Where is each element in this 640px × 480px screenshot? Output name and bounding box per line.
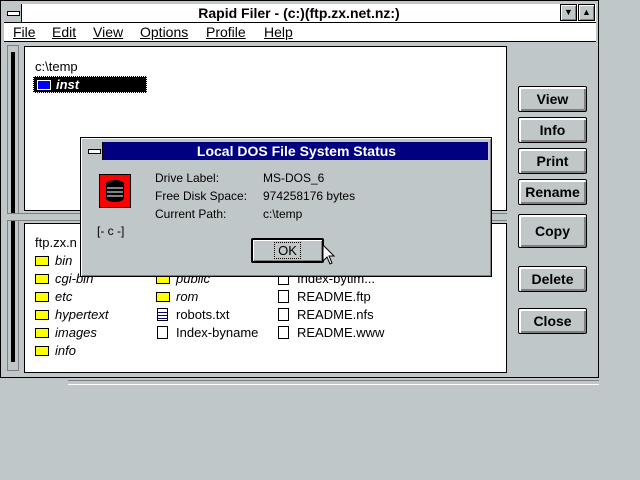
menu-edit[interactable]: Edit bbox=[52, 24, 76, 41]
ok-button[interactable]: OK bbox=[251, 238, 324, 263]
folder-icon bbox=[35, 328, 49, 338]
folder-icon bbox=[35, 346, 49, 356]
print-button[interactable]: Print bbox=[518, 148, 587, 174]
menu-file[interactable]: File bbox=[13, 24, 36, 41]
text-file-icon bbox=[157, 308, 168, 321]
menu-help-label: Help bbox=[264, 24, 293, 40]
menu-edit-label: Edit bbox=[52, 24, 77, 40]
menu-file-label: File bbox=[13, 24, 36, 40]
splitter-bar bbox=[11, 52, 15, 362]
ok-button-label: OK bbox=[274, 242, 301, 259]
remote-list-item-label: images bbox=[55, 325, 97, 340]
maximize-button[interactable]: ▲ bbox=[578, 4, 595, 21]
delete-button[interactable]: Delete bbox=[518, 266, 587, 292]
minimize-icon: ▼ bbox=[564, 7, 573, 17]
current-path-caption: Current Path: bbox=[155, 207, 227, 221]
document-icon bbox=[278, 308, 289, 321]
maximize-icon: ▲ bbox=[582, 7, 591, 17]
remote-list-item-label: README.nfs bbox=[297, 307, 374, 322]
folder-icon bbox=[35, 256, 49, 266]
info-button[interactable]: Info bbox=[518, 117, 587, 143]
menu-profile-label: Profile bbox=[206, 24, 246, 40]
dialog-title-bar[interactable]: Local DOS File System Status bbox=[85, 142, 488, 160]
menu-profile[interactable]: Profile bbox=[206, 24, 246, 41]
document-icon bbox=[278, 290, 289, 303]
info-button-label: Info bbox=[539, 122, 566, 138]
drive-letter-label: [- c -] bbox=[97, 224, 125, 238]
menu-view-label: View bbox=[93, 24, 124, 40]
print-button-label: Print bbox=[536, 153, 569, 169]
remote-list-item-label: etc bbox=[55, 289, 73, 304]
document-icon bbox=[157, 326, 168, 339]
minimize-button[interactable]: ▼ bbox=[560, 4, 577, 21]
folder-icon bbox=[37, 80, 51, 90]
close-button-label: Close bbox=[533, 313, 572, 329]
menu-bar: File Edit View Options Profile Help bbox=[4, 23, 596, 42]
remote-list-item-label: robots.txt bbox=[176, 307, 230, 322]
rename-button-label: Rename bbox=[525, 184, 580, 200]
system-menu-icon bbox=[7, 11, 20, 16]
dialog-system-menu-button[interactable] bbox=[85, 142, 103, 160]
mouse-cursor-icon bbox=[322, 244, 336, 265]
current-path-value: c:\temp bbox=[263, 207, 303, 221]
menu-options[interactable]: Options bbox=[140, 24, 188, 41]
remote-list-item-label: bin bbox=[55, 253, 73, 268]
selected-folder-label: inst bbox=[56, 77, 80, 92]
copy-button-label: Copy bbox=[535, 223, 570, 239]
system-menu-icon bbox=[88, 149, 101, 154]
folder-icon bbox=[156, 292, 170, 302]
free-space-value: 974258176 bytes bbox=[263, 189, 356, 203]
dialog-title: Local DOS File System Status bbox=[196, 143, 397, 159]
hard-disk-icon bbox=[99, 174, 131, 208]
title-bar[interactable]: Rapid Filer - (c:)(ftp.zx.net.nz:) ▼ ▲ bbox=[4, 4, 596, 23]
remote-list-item-label: README.www bbox=[297, 325, 385, 340]
remote-path-label: ftp.zx.n bbox=[35, 235, 77, 250]
view-button[interactable]: View bbox=[518, 86, 587, 112]
local-path-label: c:\temp bbox=[35, 59, 78, 74]
system-menu-button[interactable] bbox=[4, 4, 22, 22]
folder-icon bbox=[35, 274, 49, 284]
window-bottom-edge bbox=[68, 380, 599, 385]
remote-list-item-label: hypertext bbox=[55, 307, 109, 322]
remote-list-item-label: info bbox=[55, 343, 76, 358]
remote-list-item-label: README.ftp bbox=[297, 289, 371, 304]
window-title: Rapid Filer - (c:)(ftp.zx.net.nz:) bbox=[198, 5, 400, 21]
menu-options-label: Options bbox=[140, 24, 189, 40]
selected-folder-item[interactable]: inst bbox=[33, 76, 147, 93]
rename-button[interactable]: Rename bbox=[518, 179, 587, 205]
folder-icon bbox=[35, 310, 49, 320]
drive-label-caption: Drive Label: bbox=[155, 171, 220, 185]
vertical-splitter[interactable] bbox=[7, 45, 19, 371]
menu-view[interactable]: View bbox=[93, 24, 123, 41]
close-button[interactable]: Close bbox=[518, 308, 587, 334]
remote-list-item-label: Index-byname bbox=[176, 325, 259, 340]
dos-status-dialog: Local DOS File System Status [- c -] Dri… bbox=[80, 137, 492, 277]
drive-label-value: MS-DOS_6 bbox=[263, 171, 325, 185]
free-space-caption: Free Disk Space: bbox=[155, 189, 248, 203]
delete-button-label: Delete bbox=[531, 271, 574, 287]
view-button-label: View bbox=[536, 91, 569, 107]
document-icon bbox=[278, 326, 289, 339]
menu-help[interactable]: Help bbox=[264, 24, 293, 41]
copy-button[interactable]: Copy bbox=[518, 214, 587, 248]
remote-list-item-label: rom bbox=[176, 289, 199, 304]
folder-icon bbox=[35, 292, 49, 302]
